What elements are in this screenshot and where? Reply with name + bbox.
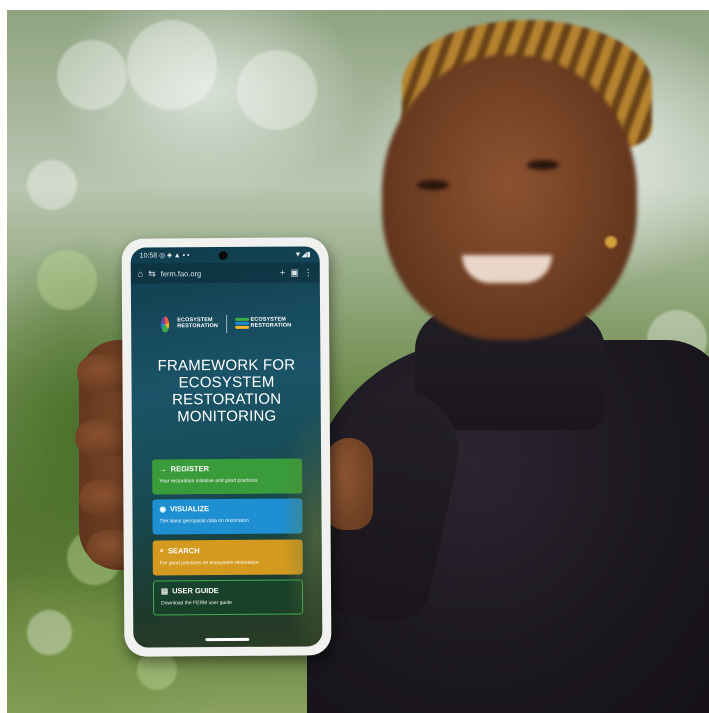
- logo1-text: ECOSYSTEM RESTORATION: [177, 317, 218, 330]
- home-gesture-bar[interactable]: [205, 637, 250, 642]
- tabs-icon[interactable]: ▣: [290, 267, 299, 277]
- page-title: FRAMEWORK FOR ECOSYSTEM RESTORATION MONI…: [157, 356, 296, 426]
- person-eye: [417, 180, 449, 190]
- address-bar[interactable]: ferm.fao.org: [161, 269, 201, 278]
- status-time: 10:58: [139, 252, 158, 260]
- bokeh-light: [37, 250, 97, 310]
- register-button[interactable]: → REGISTER Your restoration initiative a…: [152, 458, 303, 495]
- bokeh-light: [27, 160, 77, 210]
- person-earring: [605, 236, 617, 248]
- search-icon: ⌕: [159, 545, 164, 555]
- site-settings-icon[interactable]: ⇆: [148, 268, 156, 278]
- person-eye: [527, 160, 559, 170]
- person-face: [382, 55, 637, 340]
- front-camera: [218, 250, 228, 261]
- register-label: REGISTER: [170, 464, 210, 474]
- register-subtitle: Your restoration initiative and good pra…: [159, 477, 258, 485]
- home-icon[interactable]: ⌂: [138, 268, 144, 278]
- search-label: SEARCH: [167, 545, 200, 555]
- visualize-button[interactable]: ◉ VISUALIZE The latest geospatial data o…: [152, 498, 303, 535]
- book-icon: ▤: [160, 586, 169, 596]
- user-guide-subtitle: Download the FERM user guide: [161, 599, 232, 607]
- visualize-label: VISUALIZE: [169, 504, 210, 514]
- bokeh-light: [57, 40, 127, 110]
- bokeh-light: [127, 20, 217, 110]
- status-icons-right: ▼◢▮: [294, 251, 311, 259]
- search-button[interactable]: ⌕ SEARCH For good practices on ecosystem…: [152, 539, 303, 576]
- un-decade-logo-icon: [161, 316, 170, 333]
- arrow-right-icon: →: [159, 464, 167, 474]
- background-photo: [7, 10, 709, 713]
- person-smile: [462, 255, 552, 283]
- user-guide-label: USER GUIDE: [172, 586, 219, 596]
- system-nav-bar: [133, 630, 322, 647]
- logo2-text: ECOSYSTEM RESTORATION: [250, 316, 292, 329]
- phone-screen: 10:58 ◎ ♣ ▲ ▪ • ▼◢▮ ⌂ ⇆ ferm.fao.org + ▣…: [130, 246, 323, 648]
- person-thumb: [325, 438, 373, 530]
- browser-toolbar: ⌂ ⇆ ferm.fao.org + ▣ ⋮: [130, 262, 320, 284]
- menu-icon[interactable]: ⋮: [304, 267, 313, 277]
- partner-logos: ECOSYSTEM RESTORATION ECOSYSTEM RESTORAT…: [161, 313, 291, 336]
- bokeh-light: [237, 50, 317, 130]
- globe-icon: ◉: [159, 504, 167, 514]
- smartphone: 10:58 ◎ ♣ ▲ ▪ • ▼◢▮ ⌂ ⇆ ferm.fao.org + ▣…: [121, 237, 332, 657]
- search-subtitle: For good practices on ecosystem restorat…: [159, 559, 259, 567]
- user-guide-button[interactable]: ▤ USER GUIDE Download the FERM user guid…: [152, 579, 304, 616]
- logo-divider: [225, 314, 227, 334]
- status-icons-left: ◎ ♣ ▲ ▪ •: [159, 252, 190, 260]
- ferm-logo-icon: [234, 316, 250, 332]
- visualize-subtitle: The latest geospatial data on restoratio…: [159, 517, 249, 525]
- new-tab-icon[interactable]: +: [280, 267, 285, 277]
- bokeh-light: [27, 610, 72, 655]
